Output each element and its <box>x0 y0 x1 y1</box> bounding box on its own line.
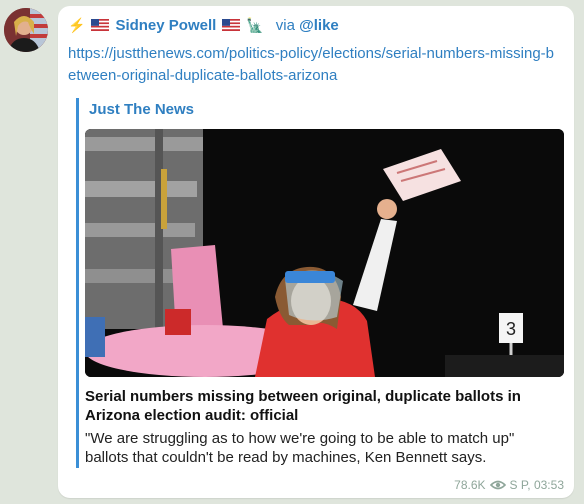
us-flag-icon <box>222 19 241 31</box>
signature-time: S P, 03:53 <box>509 478 565 492</box>
eye-icon <box>489 480 506 490</box>
link-preview[interactable]: Just The News 3 Serial numbers missing b… <box>76 98 566 468</box>
sign-number: 3 <box>506 319 516 339</box>
message-link[interactable]: https://justthenews.com/politics-policy/… <box>68 43 558 87</box>
statue-of-liberty-emoji: 🗽 <box>246 16 264 33</box>
avatar[interactable] <box>4 8 48 52</box>
preview-title: Serial numbers missing between original,… <box>85 388 521 424</box>
message-meta: 78.6K S P, 03:53 <box>454 478 564 492</box>
via-bot-name[interactable]: @like <box>299 17 339 34</box>
author-name[interactable]: Sidney Powell <box>115 17 216 34</box>
message-bubble: ⚡ Sidney Powell 🗽 via @like https://just… <box>58 6 574 498</box>
preview-site-name: Just The News <box>89 101 195 118</box>
message-header: ⚡ Sidney Powell 🗽 via @like <box>68 14 339 36</box>
us-flag-icon <box>91 19 110 31</box>
preview-image[interactable]: 3 <box>85 129 564 377</box>
preview-description: "We are struggling as to how we're going… <box>85 430 515 466</box>
lightning-emoji: ⚡ <box>68 16 86 33</box>
view-count: 78.6K <box>454 478 486 492</box>
via-prefix: via <box>275 16 295 34</box>
via-bot[interactable]: via @like <box>276 17 339 34</box>
